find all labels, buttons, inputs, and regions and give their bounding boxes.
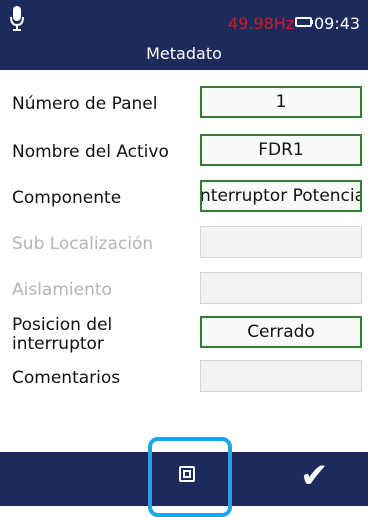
field-label-line1: Posicion del	[12, 315, 113, 335]
field-row-asset-name: Nombre del Activo FDR1	[0, 134, 368, 170]
field-row-panel-number: Número de Panel 1	[0, 86, 368, 122]
page-title: Metadato	[146, 44, 222, 63]
breaker-position-field[interactable]: Cerrado	[200, 316, 362, 348]
field-row-component: Componente nterruptor Potencia	[0, 180, 368, 216]
sub-location-field	[200, 226, 362, 258]
field-row-breaker-position: Posicion del interruptor Cerrado	[0, 315, 368, 356]
field-label: Comentarios	[12, 368, 121, 388]
panel-number-field[interactable]: 1	[200, 86, 362, 118]
field-row-sub-location: Sub Localización	[0, 226, 368, 262]
field-row-insulation: Aislamiento	[0, 272, 368, 308]
checkmark-icon[interactable]: ✔	[300, 456, 329, 496]
component-value: nterruptor Potencia	[200, 186, 362, 206]
field-label: Aislamiento	[12, 280, 112, 300]
field-label-line2: interruptor	[12, 334, 104, 354]
save-icon[interactable]	[179, 466, 195, 482]
battery-icon	[295, 17, 313, 27]
frequency-readout: 49.98Hz	[228, 14, 295, 33]
microphone-icon[interactable]	[10, 6, 24, 32]
field-label: Número de Panel	[12, 94, 158, 114]
field-label: Componente	[12, 188, 122, 208]
component-field[interactable]: nterruptor Potencia	[200, 180, 362, 212]
top-header: 49.98Hz 09:43 Metadato	[0, 0, 368, 70]
field-label: Sub Localización	[12, 234, 154, 254]
field-label: Nombre del Activo	[12, 142, 169, 162]
clock-time: 09:43	[314, 14, 361, 33]
asset-name-field[interactable]: FDR1	[200, 134, 362, 166]
comments-field[interactable]	[200, 360, 362, 392]
insulation-field	[200, 272, 362, 304]
field-row-comments: Comentarios	[0, 360, 368, 396]
